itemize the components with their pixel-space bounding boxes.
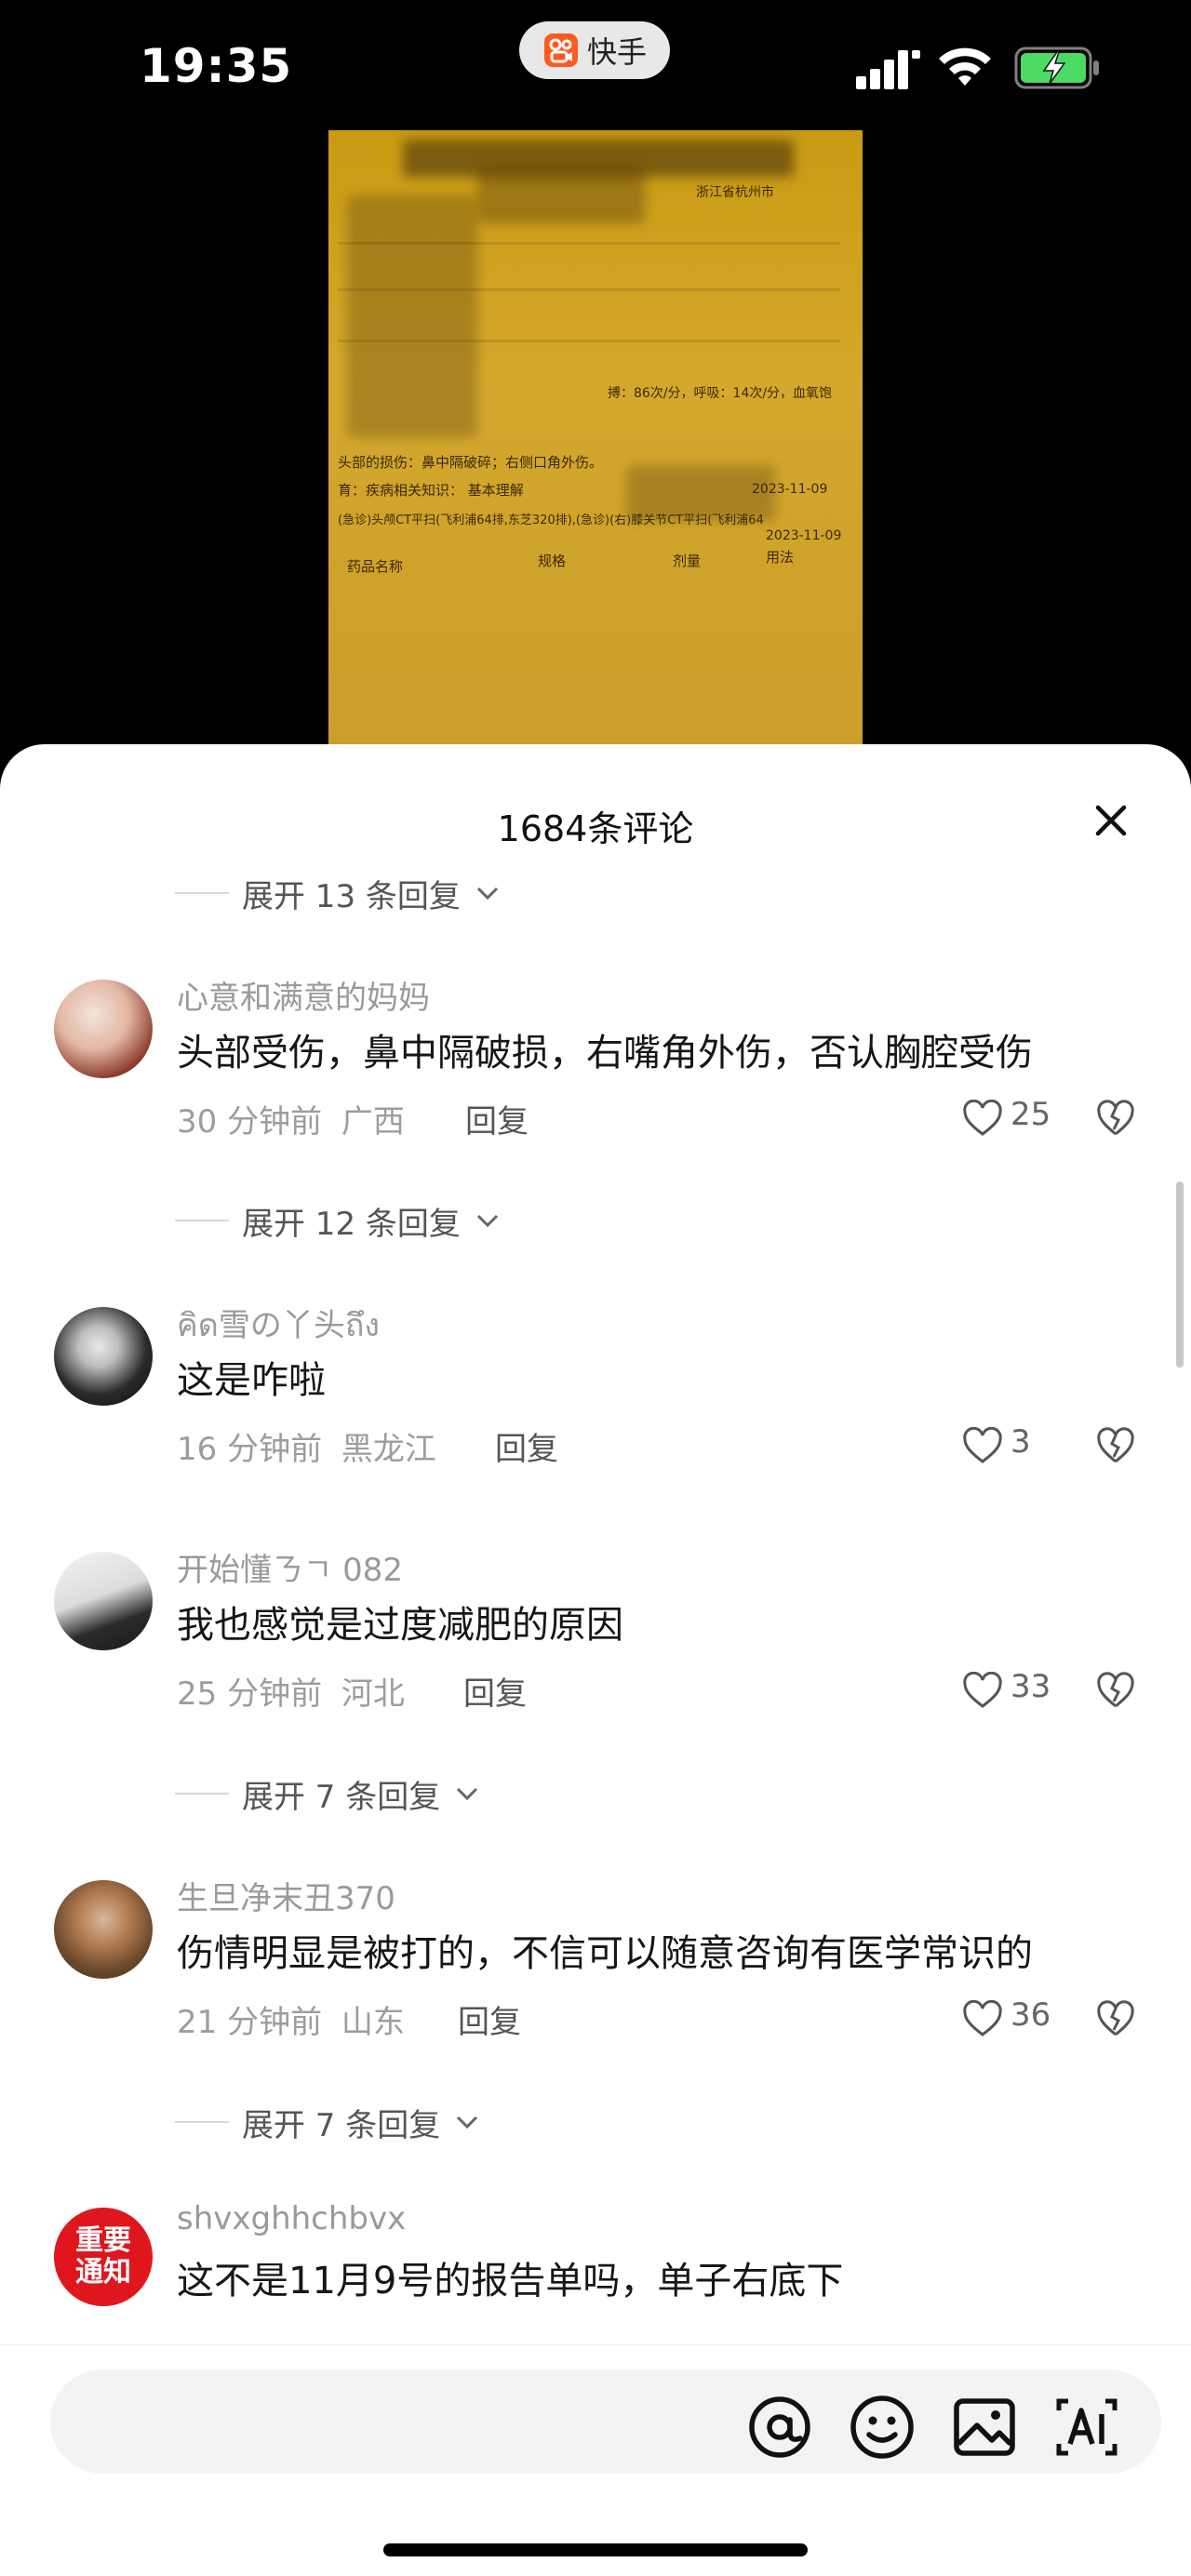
doc-location: 浙江省杭州市 <box>696 185 774 200</box>
comment-username[interactable]: คิด雪の丫头ถึง <box>177 1300 380 1350</box>
divider <box>175 1793 229 1795</box>
comment-meta: 21 分钟前 山东 <box>177 1996 405 2042</box>
doc-col-usage: 用法 <box>766 549 795 566</box>
reply-button[interactable]: 回复 <box>465 1096 529 1141</box>
doc-col-dose: 剂量 <box>673 553 702 569</box>
expand-replies-button[interactable]: 展开 7 条回复 <box>175 1770 481 1817</box>
doc-date-1: 2023-11-09 <box>752 482 828 497</box>
avatar[interactable] <box>54 980 153 1078</box>
reply-button[interactable]: 回复 <box>463 1668 527 1714</box>
comment-location: 山东 <box>341 2004 405 2041</box>
avatar[interactable] <box>54 1552 153 1650</box>
doc-date-2: 2023-11-09 <box>766 528 842 543</box>
broken-heart-icon[interactable] <box>1096 1100 1135 1137</box>
comment-input-bar <box>0 2344 1191 2576</box>
comment-meta: 30 分钟前 广西 <box>177 1096 405 1141</box>
scrollbar[interactable] <box>1176 1181 1184 1368</box>
comment-time: 21 分钟前 <box>177 2004 323 2041</box>
expand-replies-button[interactable]: 展开 7 条回复 <box>175 2099 481 2145</box>
expand-replies-label: 展开 7 条回复 <box>242 2106 441 2144</box>
avatar[interactable] <box>54 1307 153 1406</box>
divider <box>175 2121 229 2123</box>
divider <box>175 1220 229 1221</box>
comment-location: 广西 <box>341 1103 405 1141</box>
broken-heart-icon[interactable] <box>1096 1427 1135 1464</box>
doc-diagnosis: 头部的损伤：鼻中隔破碎；右侧口角外伤。 <box>338 454 604 471</box>
like-count: 25 <box>1010 1096 1051 1133</box>
comment-sheet: 1684条评论 展开 13 条回复 心意和满意的妈妈 头部受伤，鼻中隔破损，右嘴… <box>0 744 1191 2576</box>
app-name: 快手 <box>586 34 647 70</box>
kuaishou-logo-icon <box>543 33 578 67</box>
comment-location: 河北 <box>341 1675 405 1713</box>
medical-report-image: 浙江省杭州市 搏：86次/分，呼吸：14次/分，血氧饱 头部的损伤：鼻中隔破碎；… <box>328 130 863 763</box>
comment-text[interactable]: 我也感觉是过度减肥的原因 <box>177 1595 623 1648</box>
smiley-icon[interactable] <box>849 2394 916 2461</box>
comment-time: 25 分钟前 <box>177 1675 323 1713</box>
heart-icon[interactable] <box>962 2000 1003 2037</box>
avatar[interactable] <box>54 1880 153 1979</box>
divider <box>175 892 229 894</box>
avatar[interactable]: 重要 通知 <box>54 2208 153 2306</box>
comment-username[interactable]: 开始懂ㄋㄱ 082 <box>177 1544 403 1590</box>
avatar-badge-text: 重要 <box>75 2224 131 2257</box>
reply-button[interactable]: 回复 <box>458 1996 521 2042</box>
doc-education: 育：疾病相关知识： 基本理解 <box>338 482 524 499</box>
heart-icon[interactable] <box>962 1427 1003 1464</box>
chevron-down-icon <box>457 1787 478 1801</box>
comment-text[interactable]: 头部受伤，鼻中隔破损，右嘴角外伤，否认胸腔受伤 <box>177 1022 1033 1076</box>
doc-col-spec: 规格 <box>538 553 567 569</box>
like-count: 3 <box>1010 1423 1031 1461</box>
at-sign-icon[interactable] <box>746 2394 813 2461</box>
status-time: 19:35 <box>140 39 293 93</box>
reply-button[interactable]: 回复 <box>495 1423 558 1469</box>
heart-icon[interactable] <box>962 1672 1003 1709</box>
chevron-down-icon <box>476 1214 498 1228</box>
comment-text[interactable]: 这是咋啦 <box>177 1350 326 1404</box>
like-count: 33 <box>1010 1668 1051 1705</box>
video-player[interactable]: 浙江省杭州市 搏：86次/分，呼吸：14次/分，血氧饱 头部的损伤：鼻中隔破碎；… <box>0 130 1191 763</box>
doc-col-drug: 药品名称 <box>347 558 404 575</box>
comment-username[interactable]: shvxghhchbvx <box>177 2200 406 2237</box>
comment-text[interactable]: 伤情明显是被打的，不信可以随意咨询有医学常识的 <box>177 1923 1033 1977</box>
comment-location: 黑龙江 <box>341 1431 436 1468</box>
ai-text-icon[interactable] <box>1053 2394 1120 2461</box>
like-count: 36 <box>1010 1996 1051 2034</box>
app-indicator-pill[interactable]: 快手 <box>519 21 670 79</box>
avatar-badge-text: 通知 <box>75 2256 131 2289</box>
home-indicator[interactable] <box>383 2543 808 2556</box>
comment-text[interactable]: 这不是11月9号的报告单吗，单子右底下 <box>177 2250 843 2304</box>
expand-replies-label: 展开 12 条回复 <box>242 1205 461 1243</box>
expand-replies-button[interactable]: 展开 13 条回复 <box>175 870 502 916</box>
doc-ct-line: (急诊)头颅CT平扫(飞利浦64排,东芝320排),(急诊)(右)膝关节CT平扫… <box>338 514 764 527</box>
cellular-signal-icon <box>856 50 920 89</box>
close-icon <box>1095 805 1127 836</box>
expand-replies-label: 展开 7 条回复 <box>242 1778 441 1816</box>
close-button[interactable] <box>1089 798 1133 843</box>
heart-icon[interactable] <box>962 1100 1003 1137</box>
doc-vitals: 搏：86次/分，呼吸：14次/分，血氧饱 <box>608 386 833 401</box>
status-bar: 19:35 快手 <box>0 0 1191 130</box>
broken-heart-icon[interactable] <box>1096 1672 1135 1709</box>
image-icon[interactable] <box>951 2394 1018 2461</box>
comment-count-title: 1684条评论 <box>497 808 694 849</box>
chevron-down-icon <box>457 2116 478 2129</box>
chevron-down-icon <box>476 887 498 901</box>
comment-username[interactable]: 生旦净末丑370 <box>177 1873 395 1918</box>
expand-replies-button[interactable]: 展开 12 条回复 <box>175 1197 502 1244</box>
comment-time: 16 分钟前 <box>177 1431 323 1468</box>
comment-username[interactable]: 心意和满意的妈妈 <box>177 972 430 1018</box>
broken-heart-icon[interactable] <box>1096 2000 1135 2037</box>
battery-charging-icon <box>1014 47 1099 89</box>
expand-replies-label: 展开 13 条回复 <box>242 877 461 915</box>
comment-meta: 25 分钟前 河北 <box>177 1668 405 1714</box>
comment-time: 30 分钟前 <box>177 1103 323 1141</box>
wifi-icon <box>939 47 991 86</box>
comment-meta: 16 分钟前 黑龙江 <box>177 1423 436 1469</box>
